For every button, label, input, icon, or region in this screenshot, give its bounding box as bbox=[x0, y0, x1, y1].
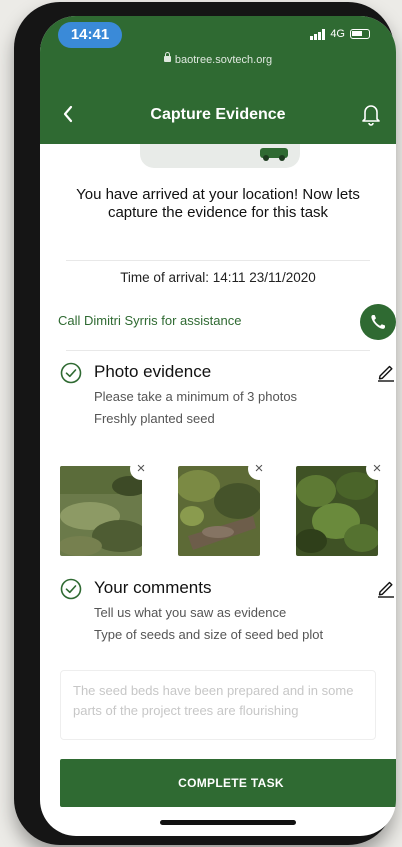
plants-photo bbox=[296, 466, 378, 556]
photo-evidence-title: Photo evidence bbox=[94, 362, 212, 381]
home-indicator[interactable] bbox=[160, 820, 296, 825]
status-bar: 14:41 4G baotree.sovtech.org bbox=[40, 16, 396, 88]
comments-subtitle: Type of seeds and size of seed bed plot bbox=[94, 627, 324, 642]
grass-photo bbox=[60, 466, 142, 556]
comments-title: Your comments bbox=[94, 578, 212, 597]
divider bbox=[66, 350, 370, 351]
edit-photos-pencil-icon[interactable] bbox=[376, 362, 396, 382]
battery-icon bbox=[350, 29, 370, 39]
page-title: Capture Evidence bbox=[150, 106, 286, 123]
map-preview bbox=[140, 144, 300, 168]
call-assistance-link[interactable]: Call Dimitri Syrris for assistance bbox=[58, 313, 241, 328]
photo-thumbnail[interactable]: × bbox=[178, 458, 270, 556]
arrival-message: You have arrived at your location! Now l… bbox=[76, 186, 360, 221]
comment-field[interactable]: The seed beds have been prepared and in … bbox=[60, 670, 376, 740]
remove-photo-button[interactable]: × bbox=[248, 458, 270, 480]
photo-thumbnail[interactable]: × bbox=[296, 458, 388, 556]
url-bar[interactable]: baotree.sovtech.org bbox=[40, 52, 396, 66]
phone-frame: 14:41 4G baotree.sovtech.org Capture Evi… bbox=[14, 2, 396, 845]
photo-subtitle: Freshly planted seed bbox=[94, 411, 215, 426]
comments-instruction: Tell us what you saw as evidence bbox=[94, 605, 287, 620]
photo-thumbnail[interactable]: × bbox=[60, 458, 152, 556]
check-circle-icon bbox=[60, 578, 82, 600]
status-time: 14:41 bbox=[58, 22, 122, 48]
url-text: baotree.sovtech.org bbox=[174, 54, 273, 66]
call-button[interactable] bbox=[360, 304, 396, 340]
phone-icon bbox=[371, 315, 385, 329]
check-circle-icon bbox=[60, 362, 82, 384]
divider bbox=[66, 260, 370, 261]
edit-comments-pencil-icon[interactable] bbox=[376, 578, 396, 598]
signal-indicator: 4G bbox=[310, 28, 370, 40]
soil-photo bbox=[178, 466, 260, 556]
photo-instruction: Please take a minimum of 3 photos bbox=[94, 389, 298, 404]
complete-task-button[interactable]: COMPLETE TASK bbox=[60, 759, 396, 807]
notifications-button[interactable] bbox=[360, 102, 382, 131]
vehicle-icon bbox=[260, 148, 288, 161]
remove-photo-button[interactable]: × bbox=[130, 458, 152, 480]
remove-photo-button[interactable]: × bbox=[366, 458, 388, 480]
arrival-time: Time of arrival: 14:11 23/11/2020 bbox=[120, 270, 316, 285]
screen: 14:41 4G baotree.sovtech.org Capture Evi… bbox=[40, 16, 396, 836]
signal-bars-icon bbox=[310, 28, 326, 40]
app-header: Capture Evidence bbox=[40, 88, 396, 144]
bell-icon bbox=[362, 105, 380, 126]
network-type: 4G bbox=[330, 28, 345, 40]
lock-icon bbox=[163, 52, 171, 62]
